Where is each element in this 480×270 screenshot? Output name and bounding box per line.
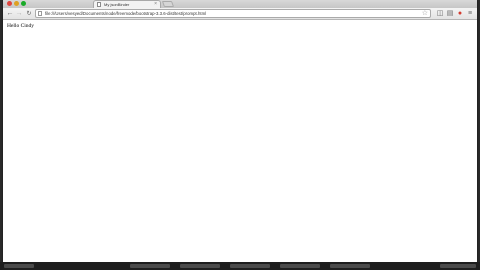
menu-icon[interactable]: ≡ <box>466 10 474 18</box>
taskbar-item[interactable] <box>280 264 320 268</box>
extension-icon[interactable]: ◫ <box>436 10 444 18</box>
taskbar-item[interactable] <box>230 264 270 268</box>
address-bar-url[interactable]: file:///Users/vesyed/Documents/node/free… <box>45 11 206 17</box>
address-bar[interactable]: file:///Users/vesyed/Documents/node/free… <box>35 9 431 18</box>
page-icon <box>97 2 101 7</box>
close-window-button[interactable] <box>7 1 12 6</box>
close-tab-icon[interactable]: × <box>154 2 157 7</box>
back-arrow-icon[interactable]: ← <box>6 10 14 18</box>
taskbar-item[interactable] <box>330 264 370 268</box>
desktop-taskbar <box>0 262 480 270</box>
forward-arrow-icon[interactable]: → <box>15 10 23 18</box>
page-content: Hello Cindy <box>3 20 477 262</box>
maximize-window-button[interactable] <box>21 1 26 6</box>
page-icon <box>38 11 42 16</box>
page-text: Hello Cindy <box>7 23 35 29</box>
taskbar-item[interactable] <box>440 264 476 268</box>
title-bar: My jsonBinder × <box>3 0 477 8</box>
taskbar-item[interactable] <box>4 264 34 268</box>
reading-list-icon[interactable]: ▤ <box>446 10 454 18</box>
tab-active[interactable]: My jsonBinder × <box>93 0 161 8</box>
tab-title: My jsonBinder <box>104 2 130 7</box>
minimize-window-button[interactable] <box>14 1 19 6</box>
star-icon[interactable]: ☆ <box>422 10 428 18</box>
record-icon[interactable]: ● <box>456 10 464 18</box>
taskbar-item[interactable] <box>180 264 220 268</box>
new-tab-button[interactable] <box>161 1 175 7</box>
browser-toolbar: ← → ↻ file:///Users/vesyed/Documents/nod… <box>3 8 477 20</box>
reload-icon[interactable]: ↻ <box>25 10 33 18</box>
taskbar-item[interactable] <box>130 264 170 268</box>
browser-window: My jsonBinder × ← → ↻ file:///Users/vesy… <box>3 0 477 262</box>
